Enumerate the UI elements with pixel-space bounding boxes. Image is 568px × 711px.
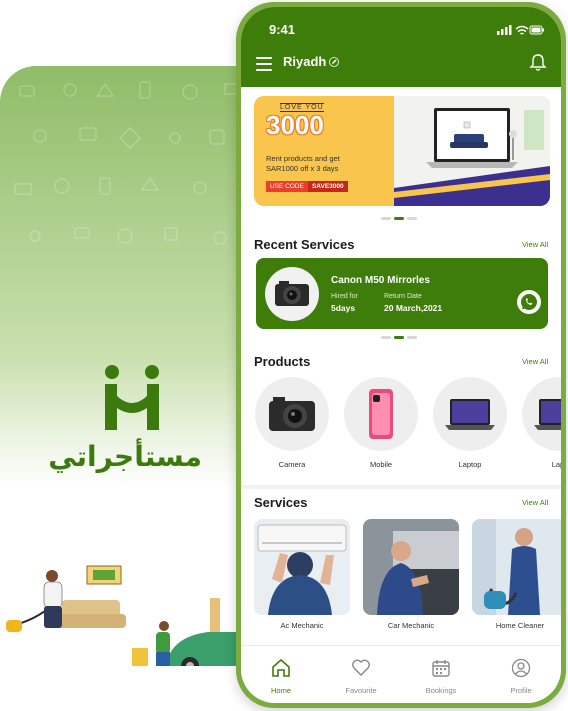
camera-icon	[255, 377, 329, 451]
services-view-all[interactable]: View All	[522, 498, 548, 507]
splash-screen: مستأجراتي	[0, 66, 250, 666]
service-item-car-mechanic[interactable]: Car Mechanic	[363, 519, 459, 630]
edit-icon[interactable]	[329, 57, 339, 67]
section-divider	[241, 485, 561, 489]
status-icons	[497, 25, 544, 35]
bell-icon[interactable]	[529, 53, 547, 71]
location-title[interactable]: Riyadh	[283, 54, 326, 69]
laptop-promo-image	[394, 96, 550, 206]
return-date-label: Return Date	[384, 293, 422, 300]
tab-label: Favourite	[345, 686, 377, 695]
whatsapp-button[interactable]	[517, 290, 541, 314]
promo-code: USE CODE SAVE3000	[266, 181, 348, 192]
car-mechanic-image	[363, 519, 459, 615]
banner-text-2: SAR1000 off x 3 days	[266, 164, 339, 173]
service-label: Ac Mechanic	[280, 621, 324, 630]
battery-icon	[529, 25, 544, 35]
recent-service-name: Canon M50 Mirrorles	[331, 275, 430, 286]
user-icon	[511, 658, 531, 678]
wifi-icon	[515, 25, 529, 35]
heart-icon	[352, 659, 370, 676]
product-label: Laptop	[458, 460, 482, 469]
menu-icon[interactable]	[256, 57, 272, 71]
home-cleaner-image	[472, 519, 561, 615]
products-view-all[interactable]: View All	[522, 357, 548, 366]
tab-bookings[interactable]: Bookings	[411, 658, 471, 695]
service-illustration	[6, 565, 248, 666]
tab-favourite[interactable]: Favourite	[331, 658, 391, 695]
ac-mechanic-image	[254, 519, 350, 615]
home-icon	[272, 658, 290, 677]
product-label: Lapt	[551, 460, 561, 469]
promo-banner[interactable]: LOVE YOU 3000 Rent products and get SAR1…	[254, 96, 550, 206]
camera-thumbnail	[265, 267, 319, 321]
product-item-mobile[interactable]: Mobile	[344, 377, 418, 469]
laptop-icon	[433, 377, 507, 451]
smartphone-icon	[344, 377, 418, 451]
laptop-icon	[522, 377, 561, 451]
recent-services-view-all[interactable]: View All	[522, 240, 548, 249]
doodle-pattern	[14, 81, 238, 245]
service-item-home-cleaner[interactable]: Home Cleaner	[472, 519, 561, 630]
recent-services-pager	[381, 336, 417, 339]
signal-icon	[497, 25, 512, 35]
return-date-value: 20 March,2021	[384, 303, 443, 313]
banner-pager	[381, 217, 417, 220]
recent-services-title: Recent Services	[254, 237, 355, 252]
tab-home[interactable]: Home	[251, 658, 311, 695]
app-logo-icon	[105, 365, 159, 430]
hired-label: Hired for	[331, 293, 358, 300]
app-header: 9:41 Riyadh	[241, 7, 561, 87]
banner-amount: 3000	[266, 110, 324, 140]
product-item-camera[interactable]: Camera	[255, 377, 329, 469]
recent-service-card[interactable]: Canon M50 Mirrorles Hired for 5days Retu…	[256, 258, 548, 329]
tab-label: Bookings	[425, 686, 457, 695]
promo-code-value: SAVE3000	[307, 181, 348, 192]
product-label: Camera	[278, 460, 306, 469]
hired-value: 5days	[331, 303, 356, 313]
tab-label: Home	[270, 686, 291, 695]
product-item-laptop[interactable]: Laptop	[433, 377, 507, 469]
service-label: Home Cleaner	[495, 621, 545, 630]
tab-profile[interactable]: Profile	[491, 658, 551, 695]
services-title: Services	[254, 495, 308, 510]
whatsapp-icon	[521, 294, 537, 310]
app-name: مستأجراتي	[48, 440, 202, 473]
tab-label: Profile	[510, 686, 532, 695]
home-screen: 9:41 Riyadh LOVE YOU 3000 Rent products …	[241, 7, 561, 703]
bottom-tab-bar: Home Favourite Bookings Profile	[241, 645, 561, 703]
banner-text-1: Rent products and get	[266, 154, 340, 163]
service-label: Car Mechanic	[387, 621, 435, 630]
status-time: 9:41	[269, 22, 296, 37]
products-title: Products	[254, 354, 311, 369]
product-label: Mobile	[369, 460, 393, 469]
calendar-icon	[432, 660, 450, 677]
product-item-laptop-2[interactable]: Lapt	[522, 377, 561, 469]
service-item-ac-mechanic[interactable]: Ac Mechanic	[254, 519, 350, 630]
phone-frame: 9:41 Riyadh LOVE YOU 3000 Rent products …	[236, 2, 566, 708]
promo-code-label: USE CODE	[266, 181, 308, 192]
